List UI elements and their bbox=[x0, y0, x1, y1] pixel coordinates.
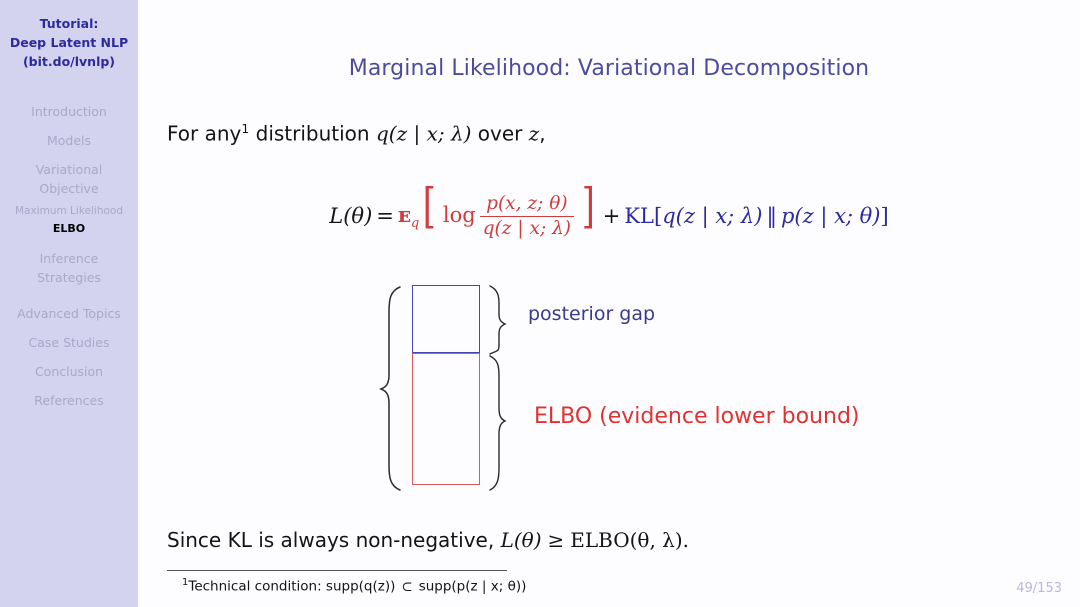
log-fraction: p(x, z; θ) q(z | x; λ) bbox=[479, 193, 575, 240]
kl-operator-name: KL bbox=[624, 203, 654, 228]
kl-bracket-open: [ bbox=[654, 203, 663, 228]
page-number: 49/153 bbox=[1016, 581, 1062, 596]
slide-body: Marginal Likelihood: Variational Decompo… bbox=[138, 0, 1080, 607]
posterior-gap-label: posterior gap bbox=[528, 303, 656, 325]
footnote-separator bbox=[167, 570, 507, 571]
kl-left-distribution: q(z | x; λ) bbox=[662, 203, 763, 228]
bracket-open: [ bbox=[422, 178, 437, 234]
sidebar-item-strategies[interactable]: Strategies bbox=[0, 268, 138, 292]
sidebar-item-inference[interactable]: Inference bbox=[0, 237, 138, 268]
brace-group bbox=[378, 285, 507, 491]
intro-middle: distribution bbox=[249, 121, 376, 146]
footnote-text: Technical condition: bbox=[188, 578, 326, 595]
elbo-term: ᴇq[log p(x, z; θ) q(z | x; λ) ] bbox=[397, 178, 599, 240]
kl-bracket-close: ] bbox=[880, 203, 889, 228]
intro-suffix: over bbox=[471, 121, 529, 146]
conclusion-text: Since KL is always non-negative, bbox=[167, 528, 501, 552]
display-equation: L(θ) = ᴇq[log p(x, z; θ) q(z | x; λ) ] +… bbox=[138, 178, 1080, 240]
conclusion-statement: Since KL is always non-negative, L(θ) ≥ EL… bbox=[167, 528, 689, 552]
fraction-numerator: p(x, z; θ) bbox=[486, 193, 568, 215]
decomposition-diagram: posterior gap ELBO (evidence lower bound… bbox=[138, 0, 1080, 607]
kl-separator: ‖ bbox=[766, 203, 777, 228]
intro-math-q: q(z | x; λ) bbox=[375, 121, 472, 146]
elbo-box bbox=[412, 353, 480, 485]
posterior-gap-box bbox=[412, 285, 480, 353]
log-operator: log bbox=[442, 203, 476, 227]
footnote: 1Technical condition: supp(q(z)) ⊂ supp(p(… bbox=[182, 577, 526, 595]
sidebar-item-objective[interactable]: Objective bbox=[0, 179, 138, 203]
slide-title: Marginal Likelihood: Variational Decompo… bbox=[348, 56, 870, 81]
sidebar-item-references[interactable]: References bbox=[0, 386, 138, 415]
kl-term: KL[q(z | x; λ) ‖ p(z | x; θ)] bbox=[624, 204, 888, 228]
sidebar-item-advanced-topics[interactable]: Advanced Topics bbox=[0, 292, 138, 328]
fraction-denominator: q(z | x; λ) bbox=[479, 216, 575, 240]
left-brace-icon bbox=[378, 286, 401, 491]
equation-lhs: L(θ) bbox=[329, 203, 373, 228]
intro-statement: For any1 distribution q(z | x; λ) over z… bbox=[167, 121, 546, 146]
intro-math-z: z bbox=[528, 121, 540, 146]
conclusion-relation: ≥ bbox=[547, 528, 565, 552]
sidebar-item-introduction[interactable]: Introduction bbox=[0, 97, 138, 126]
footnote-supp-q-text: supp(q(z)) bbox=[325, 578, 396, 595]
sidebar-item-models[interactable]: Models bbox=[0, 126, 138, 155]
sidebar-item-elbo[interactable]: ELBO bbox=[0, 220, 138, 237]
sidebar-navigation: Tutorial: Deep Latent NLP (bit.do/lvnlp)… bbox=[0, 0, 138, 607]
expectation-subscript: q bbox=[410, 216, 420, 232]
right-brace-bottom-icon bbox=[489, 355, 507, 491]
conclusion-math-lhs: L(θ) bbox=[500, 528, 542, 552]
right-brace-top-icon bbox=[489, 285, 507, 355]
sidebar-title-line-1: Tutorial: bbox=[39, 16, 99, 31]
conclusion-math-rhs: ELBO(θ, λ) bbox=[570, 528, 683, 552]
sidebar-item-case-studies[interactable]: Case Studies bbox=[0, 328, 138, 357]
expectation-symbol: ᴇ bbox=[397, 202, 411, 227]
kl-right-distribution: p(z | x; θ) bbox=[780, 203, 881, 228]
footnote-supp-p: supp(p(z | x; θ)) bbox=[418, 578, 527, 595]
beamer-slide: Tutorial: Deep Latent NLP (bit.do/lvnlp)… bbox=[0, 0, 1080, 607]
sidebar-title-line-2: Deep Latent NLP bbox=[9, 35, 129, 50]
sidebar-item-maximum-likelihood[interactable]: Maximum Likelihood bbox=[0, 203, 138, 220]
footnote-subset-symbol: ⊂ bbox=[401, 578, 413, 595]
conclusion-period: . bbox=[682, 528, 690, 552]
intro-prefix: For any bbox=[167, 121, 242, 146]
equation-plus-sign: + bbox=[602, 203, 621, 228]
bracket-close: ] bbox=[581, 178, 595, 234]
sidebar-item-conclusion[interactable]: Conclusion bbox=[0, 357, 138, 386]
equation-equals-sign: = bbox=[376, 203, 394, 228]
footnote-supp-q: supp(q(z)) bbox=[326, 579, 395, 595]
sidebar-item-list: Introduction Models Variational Objectiv… bbox=[0, 97, 138, 415]
elbo-label: ELBO (evidence lower bound) bbox=[534, 404, 860, 429]
sidebar-title: Tutorial: Deep Latent NLP (bit.do/lvnlp) bbox=[0, 14, 138, 71]
sidebar-item-variational[interactable]: Variational bbox=[0, 155, 138, 179]
sidebar-title-line-3: (bit.do/lvnlp) bbox=[22, 54, 116, 69]
intro-end: , bbox=[539, 121, 546, 146]
